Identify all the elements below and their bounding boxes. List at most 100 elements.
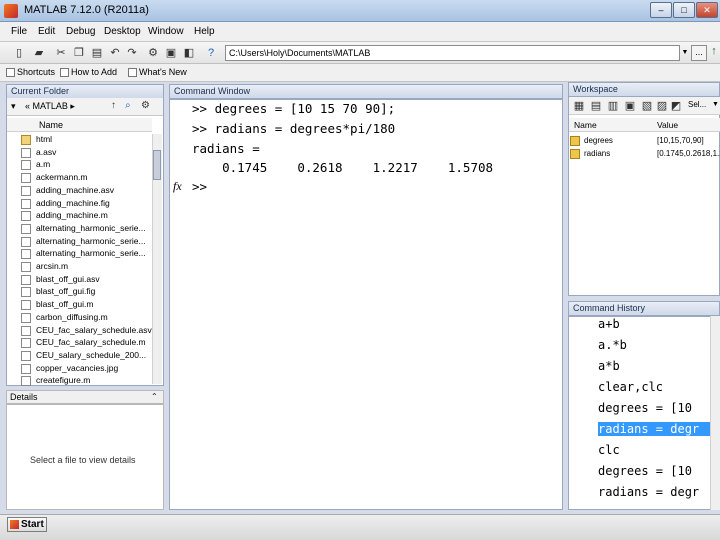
nav-back-icon[interactable]: ▾	[11, 101, 16, 112]
file-list-item[interactable]: createfigure.m	[7, 375, 152, 386]
file-list-item[interactable]: alternating_harmonic_serie...	[7, 248, 152, 261]
history-scrollbar[interactable]	[710, 316, 720, 510]
file-name: a.m	[36, 159, 51, 170]
matlab-logo-icon	[4, 4, 18, 18]
file-list-item[interactable]: CEU_fac_salary_schedule.asv	[7, 325, 152, 338]
whats-new-link[interactable]: What's New	[128, 67, 187, 77]
file-list-item[interactable]: blast_off_gui.asv	[7, 274, 152, 287]
workspace-header: Workspace	[568, 82, 720, 97]
file-list-item[interactable]: adding_machine.fig	[7, 198, 152, 211]
minimize-button[interactable]: –	[650, 2, 672, 18]
history-item[interactable]: clc	[598, 443, 716, 457]
how-to-add-link[interactable]: How to Add	[60, 67, 117, 77]
file-name: alternating_harmonic_serie...	[36, 222, 146, 233]
command-window-header: Command Window	[169, 84, 563, 99]
workspace-col-value[interactable]: Value	[657, 120, 678, 130]
shortcuts-link[interactable]: Shortcuts	[6, 67, 55, 77]
gear-icon[interactable]: ⚙	[141, 100, 150, 111]
file-icon	[21, 274, 31, 285]
folder-up-icon[interactable]: ↑	[111, 100, 116, 111]
command-prompt[interactable]: >>	[192, 179, 207, 194]
file-list-item[interactable]: blast_off_gui.m	[7, 299, 152, 312]
workspace-variable-row[interactable]: radians [0.1745,0.2618,1.2...	[569, 148, 720, 160]
file-name: blast_off_gui.m	[36, 299, 94, 310]
plot-dropdown-icon[interactable]: ▼	[712, 101, 719, 108]
new-file-icon[interactable]: ▯	[12, 46, 26, 60]
menu-desktop[interactable]: Desktop	[104, 26, 141, 37]
path-dropdown-icon[interactable]: ▼	[680, 45, 690, 61]
output-variable-name: radians =	[192, 141, 260, 156]
workspace-variable-row[interactable]: degrees [10,15,70,90]	[569, 135, 720, 147]
new-variable-icon[interactable]: ▦	[572, 99, 586, 113]
file-name: copper_vacancies.jpg	[36, 362, 119, 373]
file-name: a.asv	[36, 146, 57, 157]
file-list-header[interactable]: Name	[7, 118, 152, 132]
open-variable-icon[interactable]: ▤	[589, 99, 603, 113]
file-icon	[21, 350, 31, 361]
browse-folder-button[interactable]: ...	[691, 45, 707, 61]
file-list-item[interactable]: copper_vacancies.jpg	[7, 363, 152, 376]
history-item[interactable]: clear,clc	[598, 380, 716, 394]
file-list-item[interactable]: a.m	[7, 159, 152, 172]
file-name: blast_off_gui.fig	[36, 286, 96, 297]
file-list-item[interactable]: alternating_harmonic_serie...	[7, 236, 152, 249]
file-list-item[interactable]: html	[7, 134, 152, 147]
file-list-item[interactable]: CEU_salary_schedule_200...	[7, 350, 152, 363]
plot-icon[interactable]: ◩	[669, 99, 683, 113]
open-folder-icon[interactable]: ▰	[32, 46, 46, 60]
search-icon[interactable]: ⌕	[125, 100, 131, 111]
nav-path[interactable]: « MATLAB ▸	[25, 101, 75, 112]
workspace-col-name[interactable]: Name	[574, 120, 597, 130]
history-item[interactable]: degrees = [10	[598, 401, 716, 415]
file-list-item[interactable]: ackermann.m	[7, 172, 152, 185]
cut-icon[interactable]: ✂	[54, 46, 68, 60]
guide-icon[interactable]: ▣	[164, 46, 178, 60]
function-browser-icon[interactable]: fx	[173, 179, 182, 194]
profiler-icon[interactable]: ◧	[182, 46, 196, 60]
menu-help[interactable]: Help	[194, 26, 215, 37]
file-name: alternating_harmonic_serie...	[36, 235, 146, 246]
history-item[interactable]: a+b	[598, 317, 716, 331]
paste-icon[interactable]: ▤	[90, 46, 104, 60]
file-list-item[interactable]: carbon_diffusing.m	[7, 312, 152, 325]
simulink-icon[interactable]: ⚙	[146, 46, 160, 60]
import-data-icon[interactable]: ▥	[606, 99, 620, 113]
file-list-scroll-thumb[interactable]	[153, 150, 161, 180]
column-name-header[interactable]: Name	[39, 120, 63, 130]
up-folder-icon[interactable]: ↑	[708, 45, 720, 61]
history-item[interactable]: a*b	[598, 359, 716, 373]
details-header[interactable]: Details ⌃	[6, 390, 164, 404]
maximize-button[interactable]: □	[673, 2, 695, 18]
file-list-item[interactable]: a.asv	[7, 147, 152, 160]
workspace-column-header: Name Value	[569, 118, 720, 132]
plot-selection-button[interactable]: Sel...	[688, 100, 706, 109]
help-icon[interactable]: ?	[204, 46, 218, 60]
file-list-item[interactable]: adding_machine.m	[7, 210, 152, 223]
status-bar	[0, 514, 720, 540]
file-list-item[interactable]: alternating_harmonic_serie...	[7, 223, 152, 236]
file-icon	[21, 325, 31, 336]
file-icon	[21, 147, 31, 158]
delete-variable-icon[interactable]: ▨	[655, 99, 669, 113]
menu-debug[interactable]: Debug	[66, 26, 95, 37]
save-workspace-icon[interactable]: ▣	[623, 99, 637, 113]
menu-edit[interactable]: Edit	[38, 26, 55, 37]
redo-icon[interactable]: ↷	[125, 46, 139, 60]
details-collapse-icon[interactable]: ⌃	[151, 392, 158, 401]
file-list-item[interactable]: blast_off_gui.fig	[7, 286, 152, 299]
menu-file[interactable]: File	[11, 26, 27, 37]
history-item[interactable]: a.*b	[598, 338, 716, 352]
current-folder-input[interactable]	[225, 45, 680, 61]
history-item[interactable]: radians = degr	[598, 422, 716, 436]
file-icon	[21, 173, 31, 184]
copy-icon[interactable]: ❐	[72, 46, 86, 60]
undo-icon[interactable]: ↶	[108, 46, 122, 60]
close-button[interactable]: ✕	[696, 2, 718, 18]
file-list-item[interactable]: adding_machine.asv	[7, 185, 152, 198]
print-icon[interactable]: ▧	[640, 99, 654, 113]
file-list-item[interactable]: CEU_fac_salary_schedule.m	[7, 337, 152, 350]
menu-window[interactable]: Window	[148, 26, 184, 37]
history-item[interactable]: radians = degr	[598, 485, 716, 499]
history-item[interactable]: degrees = [10	[598, 464, 716, 478]
file-list-item[interactable]: arcsin.m	[7, 261, 152, 274]
